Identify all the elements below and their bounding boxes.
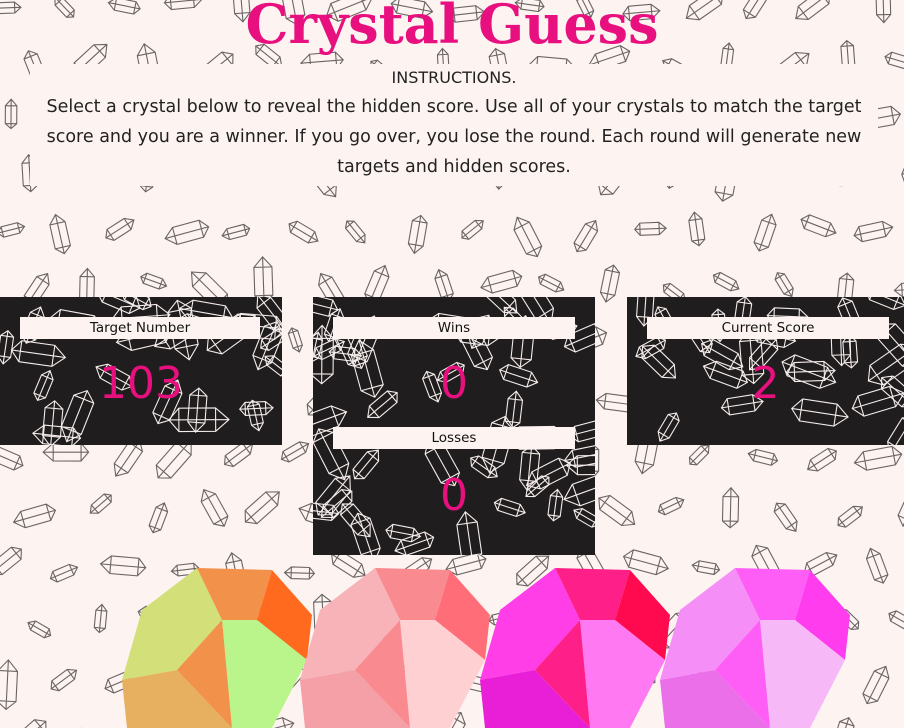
losses-value: 0: [440, 470, 468, 521]
crystal-lilac[interactable]: [660, 560, 880, 728]
current-score-value: 2: [751, 358, 780, 409]
instructions-heading: INSTRUCTIONS.: [391, 68, 517, 87]
target-number-label: Target Number: [20, 317, 260, 339]
crystal-green-orange[interactable]: [122, 560, 322, 728]
wins-losses-panel: Wins 0 Losses 0: [313, 297, 595, 555]
current-score-panel: Current Score 2: [627, 297, 904, 445]
crystal-pink[interactable]: [300, 560, 500, 728]
current-score-label: Current Score: [647, 317, 889, 339]
page-title: Crystal Guess: [245, 0, 659, 56]
target-number-panel: Target Number 103: [0, 297, 282, 445]
losses-label: Losses: [333, 427, 575, 449]
target-number-value: 103: [99, 358, 183, 409]
wins-value: 0: [440, 358, 468, 409]
instructions-text: Select a crystal below to reveal the hid…: [46, 97, 862, 177]
instructions-box: INSTRUCTIONS. Select a crystal below to …: [30, 64, 878, 186]
wins-label: Wins: [333, 317, 575, 339]
crystal-magenta[interactable]: [480, 560, 680, 728]
